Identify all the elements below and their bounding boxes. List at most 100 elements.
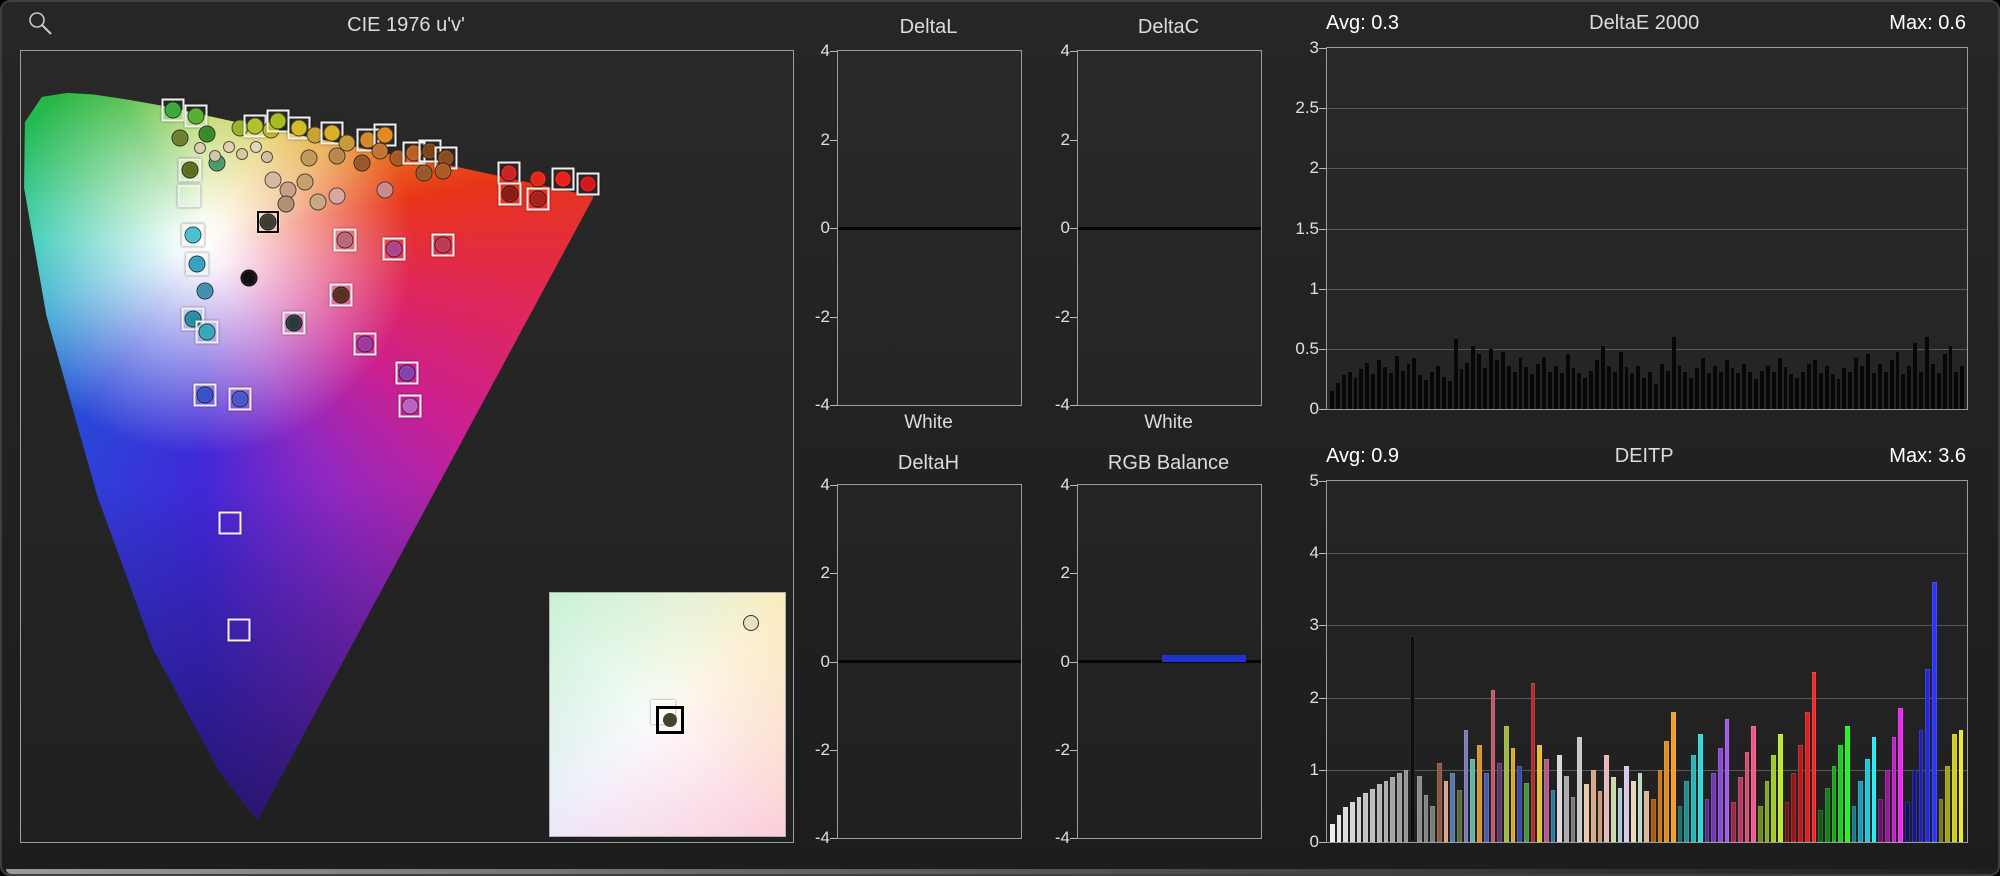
axis-tick-mark (830, 661, 837, 663)
deitp-bar (1570, 797, 1576, 842)
de2000-bar (1494, 359, 1499, 409)
deitp-bar (1751, 726, 1756, 842)
deitp-bar (1564, 775, 1569, 842)
de2000-bar (1860, 365, 1865, 409)
axis-tick-label: 4 (1060, 41, 1070, 60)
deitp-bar (1416, 775, 1422, 842)
axis-tick-label: 2 (820, 129, 830, 149)
deitp-bar (1610, 777, 1616, 842)
deitp-bar (1530, 683, 1536, 842)
axis-tick-mark (830, 228, 837, 229)
deltac-plot: 4 2 0 -2 -4 (1055, 41, 1262, 414)
magnifier-icon[interactable] (26, 10, 56, 40)
de2000-bar (1536, 364, 1541, 409)
de2000-bar (1724, 359, 1729, 409)
deitp-bar (1510, 748, 1516, 842)
de2000-bar (1813, 359, 1817, 409)
deltac-data-line (1078, 226, 1261, 230)
deitp-bars (1327, 481, 1967, 842)
axis-tick-label: -4 (1054, 828, 1070, 847)
de2000-bar (1477, 353, 1482, 409)
deitp-bar (1597, 791, 1603, 842)
de2000-bar (1836, 378, 1841, 409)
de2000-bar (1447, 381, 1452, 409)
axis-tick-label: 4 (1060, 475, 1070, 494)
de2000-bar (1400, 370, 1405, 409)
deitp-bar (1363, 792, 1369, 842)
deitp-bar (1744, 751, 1750, 842)
measurement-point (529, 190, 547, 208)
measurement-point (264, 171, 282, 189)
de2000-bar (1718, 371, 1723, 409)
deitp-bar (1396, 773, 1402, 842)
de2000-bar (1471, 346, 1476, 409)
measurement-point (171, 129, 189, 147)
measurement-point (554, 170, 572, 188)
deitp-bar (1523, 782, 1529, 842)
axis-tick-mark (830, 316, 837, 318)
measurement-point (196, 386, 214, 404)
measurement-point (309, 193, 327, 211)
de2000-max-label: Max: 0.6 (1889, 12, 1966, 34)
axis-tick-mark (1319, 769, 1326, 771)
de2000-bar (1530, 374, 1535, 409)
de2000-bar (1707, 372, 1711, 409)
deitp-bar (1778, 733, 1783, 842)
cie-chromaticity-plot (20, 50, 794, 843)
deitp-bar (1343, 807, 1349, 842)
measurement-point (529, 170, 547, 188)
measurement-point (401, 397, 419, 415)
axis-tick-mark (1070, 316, 1077, 318)
measurement-point (198, 323, 216, 341)
deitp-bar (1691, 755, 1696, 842)
measurement-point (187, 107, 205, 125)
deitp-bar (1550, 790, 1556, 842)
de2000-bar (1818, 372, 1823, 409)
deitp-bar (1818, 809, 1823, 842)
de2000-bar (1441, 376, 1446, 409)
axis-tick-mark (1070, 749, 1077, 751)
axis-tick-label: 2 (1060, 563, 1070, 583)
deitp-bar (1684, 780, 1690, 842)
deitp-bar (1330, 823, 1335, 842)
calibration-window: CIE 1976 u'v' DeltaL 4 2 0 -2 -4 White Delta… (0, 0, 2000, 876)
measurement-point (371, 142, 389, 159)
axis-tick-mark (1319, 625, 1326, 627)
deitp-bar (1811, 672, 1817, 842)
measurement-point (208, 149, 221, 162)
deitp-max-label: Max: 3.6 (1889, 445, 1966, 467)
de2000-bar (1595, 359, 1599, 409)
de2000-bar (1765, 365, 1770, 409)
deitp-bar (1798, 744, 1803, 842)
de2000-header: Avg: 0.3 DeltaE 2000 Max: 0.6 (1326, 12, 1966, 35)
deitp-bar (1771, 755, 1777, 842)
axis-tick-mark (830, 838, 837, 839)
measurement-point (269, 112, 287, 130)
deltah-title: DeltaH (897, 452, 960, 474)
axis-tick-mark (830, 51, 837, 52)
de2000-bar (1789, 374, 1794, 409)
de2000-bar (1377, 359, 1382, 409)
measurement-point (290, 119, 308, 137)
de2000-bar (1807, 364, 1812, 409)
de2000-bar (1936, 372, 1941, 409)
de2000-bar (1335, 382, 1340, 409)
measurement-point (261, 150, 274, 163)
de2000-bar (1854, 358, 1859, 409)
deitp-bar (1831, 766, 1837, 842)
measurement-point (198, 125, 216, 143)
axis-tick-mark (1319, 697, 1326, 699)
de2000-bar (1330, 390, 1334, 409)
de2000-bar (1866, 353, 1870, 409)
de2000-bar (1924, 336, 1929, 409)
de2000-bar (1642, 377, 1647, 409)
de2000-bar (1583, 377, 1588, 409)
de2000-bar (1518, 358, 1523, 409)
deitp-bar (1758, 805, 1763, 842)
axis-tick-mark (1319, 409, 1326, 410)
measurement-point (579, 175, 597, 193)
de2000-bar (1612, 371, 1617, 409)
de2000-bar (1453, 339, 1458, 409)
de2000-bar (1683, 371, 1688, 409)
axis-tick-mark (1070, 228, 1077, 229)
